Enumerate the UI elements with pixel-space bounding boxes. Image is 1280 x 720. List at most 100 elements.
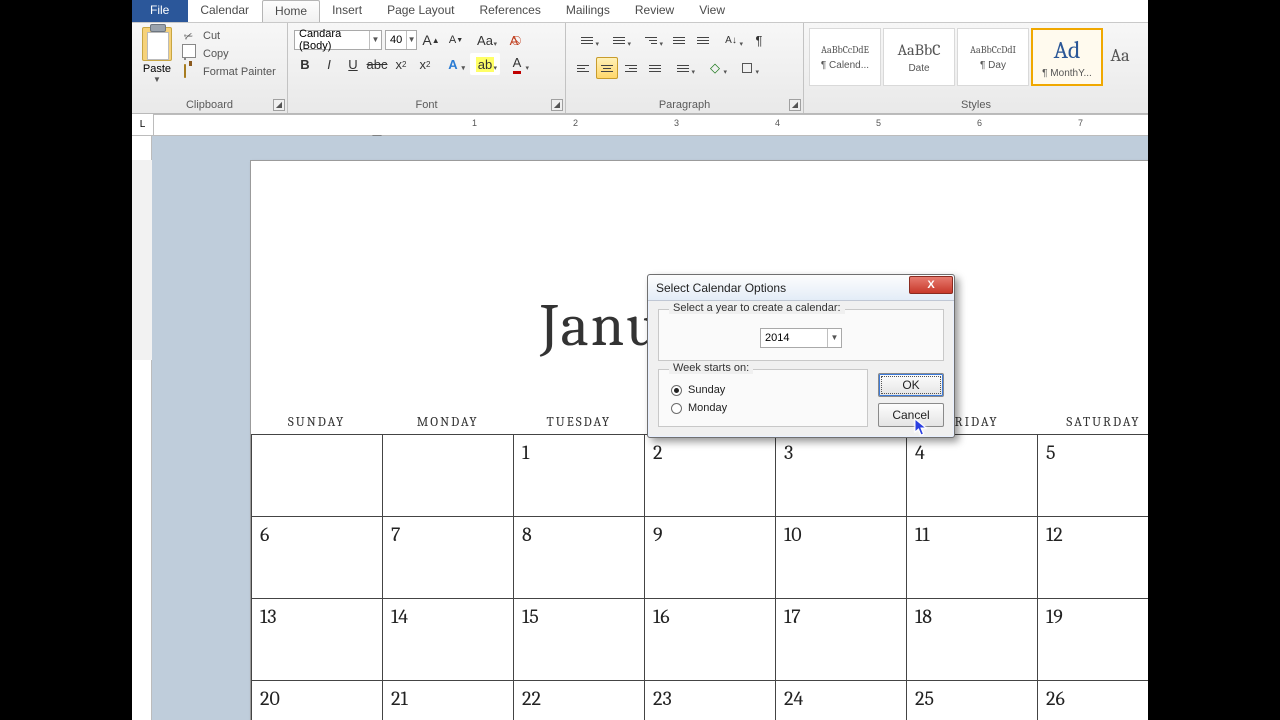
format-painter-button[interactable]: Format Painter [184,65,276,79]
cut-button[interactable]: ✂ Cut [184,29,276,43]
calendar-cell[interactable]: 26 [1038,681,1148,720]
subscript-button[interactable]: x2 [390,53,412,75]
bullets-button[interactable] [572,29,602,51]
calendar-cell[interactable]: 7 [383,517,514,598]
calendar-cell[interactable]: 11 [907,517,1038,598]
font-name-combo[interactable]: Candara (Body)▼ [294,30,382,50]
sort-button[interactable]: A↓ [716,29,746,51]
shrink-font-button[interactable]: A▼ [445,29,467,51]
dialog-calendar-options: Select Calendar Options X Select a year … [647,274,955,438]
week-fieldset: Week starts on: Sunday Monday [658,369,868,427]
tab-selector[interactable]: L [132,114,154,135]
dialog-titlebar[interactable]: Select Calendar Options X [648,275,954,301]
change-case-button[interactable]: Aa [470,29,500,51]
justify-button[interactable] [644,57,666,79]
calendar-cell[interactable]: 22 [514,681,645,720]
calendar-cell[interactable] [251,435,383,516]
cancel-button[interactable]: Cancel [878,403,944,427]
text-effects-button[interactable]: A [438,53,468,75]
grow-font-button[interactable]: A▲ [420,29,442,51]
calendar-cell[interactable]: 9 [645,517,776,598]
table-row: 1 2 3 4 5 [251,435,1148,517]
style-calendar[interactable]: AaBbCcDdE ¶ Calend... [809,28,881,86]
italic-button[interactable]: I [318,53,340,75]
ruler-number: 3 [674,118,679,128]
tab-view[interactable]: View [687,0,738,22]
tab-insert[interactable]: Insert [320,0,375,22]
align-right-button[interactable] [620,57,642,79]
calendar-cell[interactable]: 6 [251,517,383,598]
tab-mailings[interactable]: Mailings [554,0,623,22]
horizontal-ruler[interactable]: 1 2 3 4 5 6 7 [154,114,1148,135]
ok-button[interactable]: OK [878,373,944,397]
calendar-cell[interactable]: 19 [1038,599,1148,680]
tab-review[interactable]: Review [623,0,687,22]
style-date[interactable]: AaBbC Date [883,28,955,86]
tab-page-layout[interactable]: Page Layout [375,0,467,22]
style-day[interactable]: AaBbCcDdI ¶ Day [957,28,1029,86]
calendar-cell[interactable]: 13 [251,599,383,680]
bold-button[interactable]: B [294,53,316,75]
decrease-indent-button[interactable] [668,29,690,51]
border-icon [742,63,752,73]
chevron-down-icon[interactable]: ▼ [153,75,161,84]
chevron-down-icon[interactable]: ▼ [827,329,841,347]
copy-button[interactable]: Copy [184,47,276,61]
radio-monday[interactable]: Monday [671,402,855,414]
show-marks-button[interactable]: ¶ [748,29,770,51]
calendar-cell[interactable]: 2 [645,435,776,516]
close-button[interactable]: X [909,276,953,294]
borders-button[interactable] [732,57,762,79]
tab-file[interactable]: File [132,0,188,22]
year-combo[interactable]: 2014 ▼ [760,328,842,348]
font-color-button[interactable]: A [502,53,532,75]
underline-button[interactable]: U [342,53,364,75]
line-spacing-button[interactable] [668,57,698,79]
numbering-button[interactable] [604,29,634,51]
tab-home[interactable]: Home [262,0,320,22]
style-month-year[interactable]: Ad ¶ MonthY... [1031,28,1103,86]
calendar-cell[interactable]: 12 [1038,517,1148,598]
vertical-ruler[interactable] [132,136,152,720]
copy-label: Copy [203,48,229,60]
font-size-combo[interactable]: 40▼ [385,30,417,50]
calendar-cell[interactable]: 8 [514,517,645,598]
paragraph-launcher[interactable]: ◢ [789,99,801,111]
highlight-button[interactable]: ab [470,53,500,75]
clear-formatting-button[interactable]: A⃠ [503,29,525,51]
clipboard-launcher[interactable]: ◢ [273,99,285,111]
calendar-cell[interactable] [383,435,514,516]
calendar-cell[interactable]: 20 [251,681,383,720]
calendar-cell[interactable]: 1 [514,435,645,516]
chevron-down-icon[interactable]: ▼ [369,31,381,49]
tab-references[interactable]: References [467,0,553,22]
calendar-cell[interactable]: 24 [776,681,907,720]
calendar-cell[interactable]: 21 [383,681,514,720]
style-more[interactable]: Aa [1105,28,1135,86]
chevron-down-icon[interactable]: ▼ [406,31,416,49]
radio-sunday[interactable]: Sunday [671,384,855,396]
calendar-cell[interactable]: 14 [383,599,514,680]
increase-indent-button[interactable] [692,29,714,51]
shading-button[interactable]: ◇ [700,57,730,79]
calendar-cell[interactable]: 18 [907,599,1038,680]
group-clipboard: Paste ▼ ✂ Cut Copy Format Painter [132,23,288,113]
calendar-cell[interactable]: 5 [1038,435,1148,516]
calendar-cell[interactable]: 16 [645,599,776,680]
calendar-cell[interactable]: 17 [776,599,907,680]
calendar-cell[interactable]: 23 [645,681,776,720]
calendar-cell[interactable]: 10 [776,517,907,598]
superscript-button[interactable]: x2 [414,53,436,75]
calendar-cell[interactable]: 4 [907,435,1038,516]
calendar-cell[interactable]: 15 [514,599,645,680]
align-left-button[interactable] [572,57,594,79]
font-launcher[interactable]: ◢ [551,99,563,111]
page[interactable]: January 2013 SUNDAY MONDAY TUESDAY WEDNE… [250,160,1148,720]
paste-button[interactable]: Paste ▼ [136,25,178,84]
calendar-cell[interactable]: 25 [907,681,1038,720]
strikethrough-button[interactable]: abc [366,53,388,75]
multilevel-button[interactable] [636,29,666,51]
tab-calendar[interactable]: Calendar [188,0,262,22]
align-center-button[interactable] [596,57,618,79]
calendar-cell[interactable]: 3 [776,435,907,516]
